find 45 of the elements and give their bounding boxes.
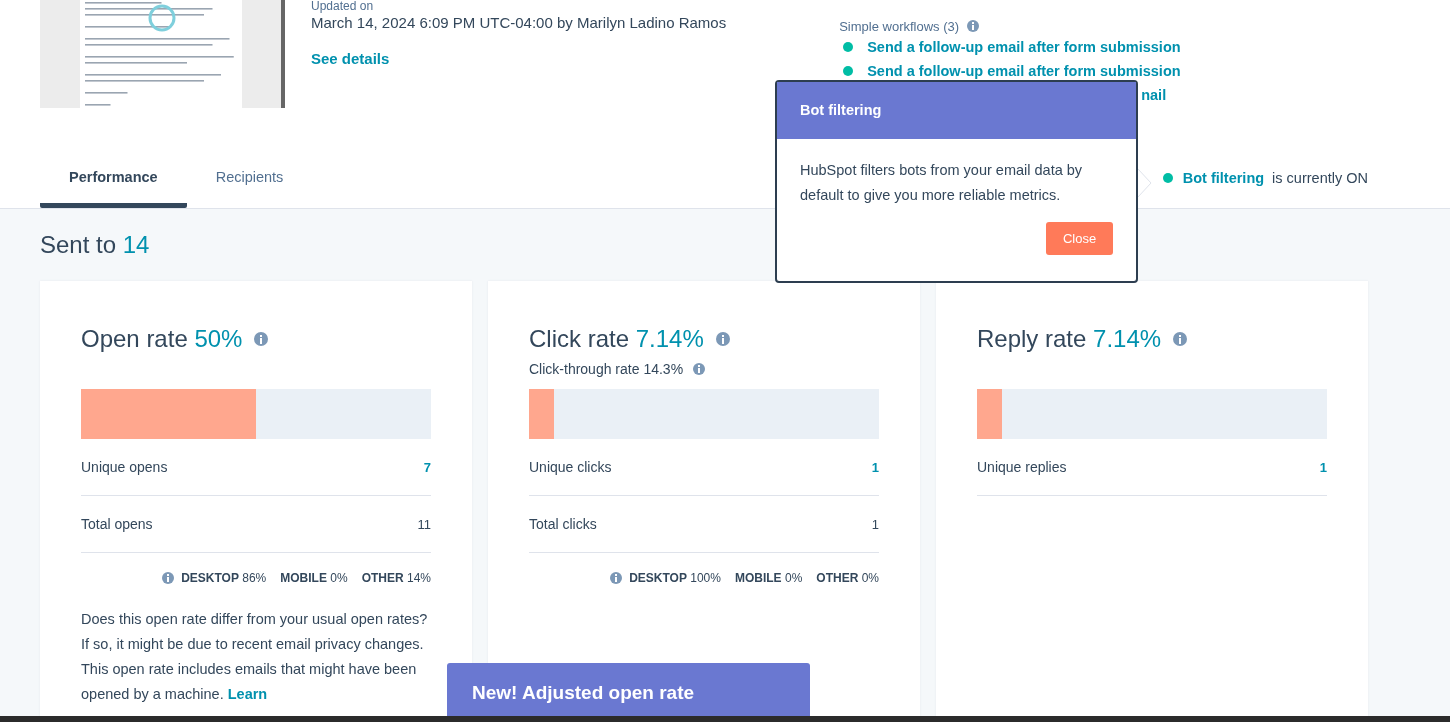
info-icon xyxy=(693,363,706,375)
workflow-link[interactable]: Send a follow-up email after form submission xyxy=(867,39,1181,55)
tab[interactable]: Performance xyxy=(40,150,187,208)
stat-label: Unique opens xyxy=(81,459,168,475)
workflow-link[interactable]: nail xyxy=(1141,87,1167,103)
stat-label: Unique replies xyxy=(977,459,1067,475)
device-share: OTHER 0% xyxy=(816,571,879,585)
workflow-link[interactable]: Send a follow-up email after form submission xyxy=(867,63,1181,79)
info-icon xyxy=(162,572,175,584)
tab[interactable]: Recipients xyxy=(186,150,313,208)
rate-title: Click rate 7.14% xyxy=(529,325,704,353)
stat-label: Unique clicks xyxy=(529,459,612,475)
device-share: MOBILE 0% xyxy=(734,571,803,585)
click-through-rate: Click-through rate 14.3% xyxy=(529,361,684,377)
info-icon xyxy=(610,572,623,584)
device-share: DESKTOP 86% xyxy=(181,571,267,585)
stat-link[interactable]: 1 xyxy=(871,459,879,475)
info-icon xyxy=(715,332,730,346)
close-button[interactable]: Close xyxy=(1046,222,1113,255)
bot-filtering-link[interactable]: Bot filtering xyxy=(1182,169,1265,186)
stat-value: 11 xyxy=(417,516,431,532)
info-icon xyxy=(967,20,980,32)
stat-link[interactable]: 7 xyxy=(423,459,431,475)
stat-value: 1 xyxy=(871,516,879,532)
learn-link[interactable]: Learn xyxy=(227,686,268,702)
info-icon xyxy=(1173,332,1188,346)
see-details-link[interactable]: See details xyxy=(311,50,727,67)
stat-label: Total clicks xyxy=(529,516,597,532)
device-share: DESKTOP 100% xyxy=(629,571,721,585)
banner-title: New! Adjusted open rate xyxy=(472,682,695,703)
workflows-title: Simple workflows (3) xyxy=(839,18,960,34)
open-rate-note: Does this open rate differ from your usual open rates? If so, it might be due to recent email privacy changes. This open rate includes emails that might have been opened by a machine. Learn xyxy=(81,610,429,704)
updated-date: March 14, 2024 6:09 PM UTC-04:00 by Marilyn Ladino Ramos xyxy=(311,14,727,32)
sent-to-heading: Sent to 14 xyxy=(40,231,150,259)
updated-label: Updated on xyxy=(311,0,375,13)
stat-link[interactable]: 1 xyxy=(1319,459,1327,475)
rate-title: Open rate 50% xyxy=(81,325,243,353)
device-share: MOBILE 0% xyxy=(280,571,348,585)
popover-text: HubSpot filters bots from your email data by default to give you more reliable metrics. xyxy=(800,161,1084,205)
device-share: OTHER 14% xyxy=(361,571,431,585)
info-icon xyxy=(254,332,269,346)
popover-title: Bot filtering xyxy=(800,102,882,118)
stat-label: Total opens xyxy=(81,516,153,532)
bot-filtering-status: is currently ON xyxy=(1272,169,1368,186)
rate-title: Reply rate 7.14% xyxy=(977,325,1162,353)
